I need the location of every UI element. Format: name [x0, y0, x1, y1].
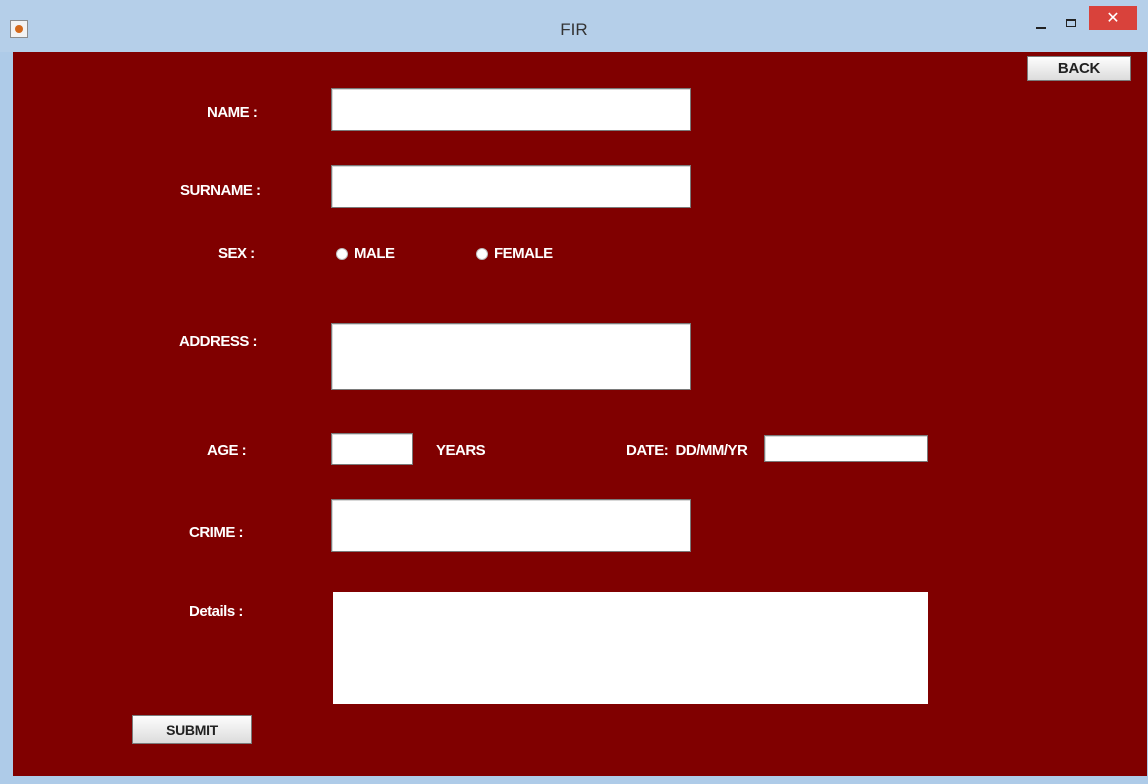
details-input[interactable] [333, 592, 928, 704]
sex-radio-male[interactable]: MALE [336, 245, 395, 262]
radio-icon [476, 247, 488, 260]
window-title: FIR [560, 20, 588, 39]
radio-icon [336, 247, 348, 260]
age-label: AGE : [207, 442, 247, 459]
address-input[interactable] [331, 323, 691, 390]
sex-radio-female[interactable]: FEMALE [476, 245, 553, 262]
crime-label: CRIME : [189, 524, 244, 541]
sex-label: SEX : [218, 245, 255, 262]
years-label: YEARS [436, 442, 486, 459]
close-button[interactable]: ✕ [1089, 6, 1137, 30]
submit-button[interactable]: SUBMIT [132, 715, 252, 744]
close-icon: ✕ [1106, 10, 1120, 27]
sex-option-female: FEMALE [494, 245, 553, 262]
surname-label: SURNAME : [180, 182, 261, 199]
title-bar[interactable]: FIR ✕ [0, 0, 1148, 52]
date-label: DATE: DD/MM/YR [626, 442, 748, 459]
details-label: Details : [189, 603, 243, 620]
name-input[interactable] [331, 88, 691, 131]
address-label: ADDRESS : [179, 333, 258, 350]
maximize-icon [1066, 19, 1076, 27]
sex-option-male: MALE [354, 245, 395, 262]
name-label: NAME : [207, 104, 258, 121]
minimize-icon [1036, 27, 1046, 29]
age-input[interactable] [331, 433, 413, 465]
fir-form-panel: BACK NAME : SURNAME : SEX : MALE FEMALE … [13, 52, 1147, 776]
minimize-button[interactable] [1028, 8, 1054, 38]
maximize-button[interactable] [1058, 8, 1084, 38]
date-input[interactable] [764, 435, 928, 462]
fir-window: FIR ✕ BACK NAME : SURNAME : SEX : MALE F… [0, 0, 1148, 784]
crime-input[interactable] [331, 499, 691, 552]
surname-input[interactable] [331, 165, 691, 208]
back-button[interactable]: BACK [1027, 56, 1131, 81]
